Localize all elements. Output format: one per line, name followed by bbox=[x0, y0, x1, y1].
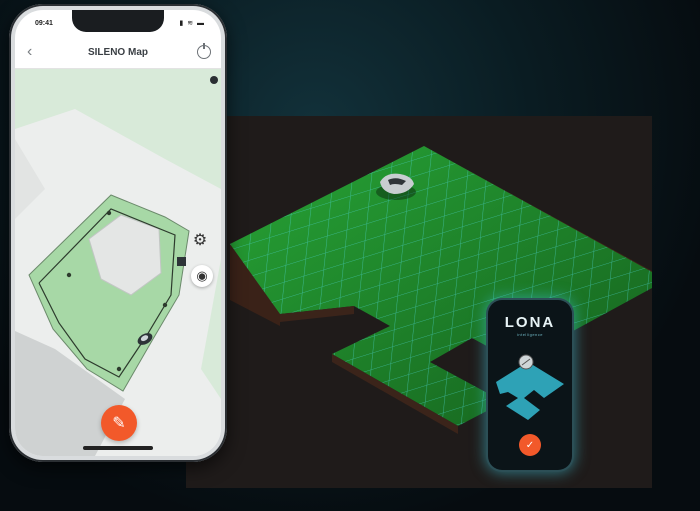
lawn-scene bbox=[186, 116, 652, 488]
phone-frame: 09:41 ▮ ≋ ▬ ‹ SILENO Map ⚙ ◉ ✎ bbox=[9, 4, 227, 462]
edit-button[interactable]: ✎ bbox=[101, 405, 137, 441]
status-icons: ▮ ≋ ▬ bbox=[179, 20, 205, 27]
pencil-icon: ✎ bbox=[112, 415, 126, 432]
lona-subtitle: intelligence bbox=[516, 332, 543, 337]
eye-button[interactable]: ◉ bbox=[191, 265, 213, 287]
confirm-button[interactable]: ✓ bbox=[519, 434, 541, 456]
lona-logo: LONA bbox=[504, 314, 556, 331]
home-indicator[interactable] bbox=[83, 446, 153, 450]
status-dot bbox=[210, 76, 218, 84]
status-time: 09:41 bbox=[35, 20, 53, 27]
lawn-grid-illustration bbox=[230, 146, 652, 434]
power-icon[interactable] bbox=[197, 43, 211, 59]
check-icon: ✓ bbox=[525, 439, 535, 451]
phone-screen: 09:41 ▮ ≋ ▬ ‹ SILENO Map ⚙ ◉ ✎ bbox=[15, 10, 221, 456]
lona-map-icon bbox=[496, 354, 564, 420]
phone-notch bbox=[72, 10, 164, 32]
eye-icon: ◉ bbox=[196, 268, 208, 283]
page-title: SILENO Map bbox=[87, 47, 148, 58]
nav-bar: ‹ SILENO Map bbox=[15, 38, 221, 69]
garden-map[interactable]: ⚙ ◉ ✎ bbox=[15, 69, 221, 456]
gear-icon[interactable]: ⚙ bbox=[189, 229, 211, 251]
map-drawing bbox=[15, 69, 221, 456]
lona-phone: LONA intelligence ✓ bbox=[488, 300, 572, 470]
